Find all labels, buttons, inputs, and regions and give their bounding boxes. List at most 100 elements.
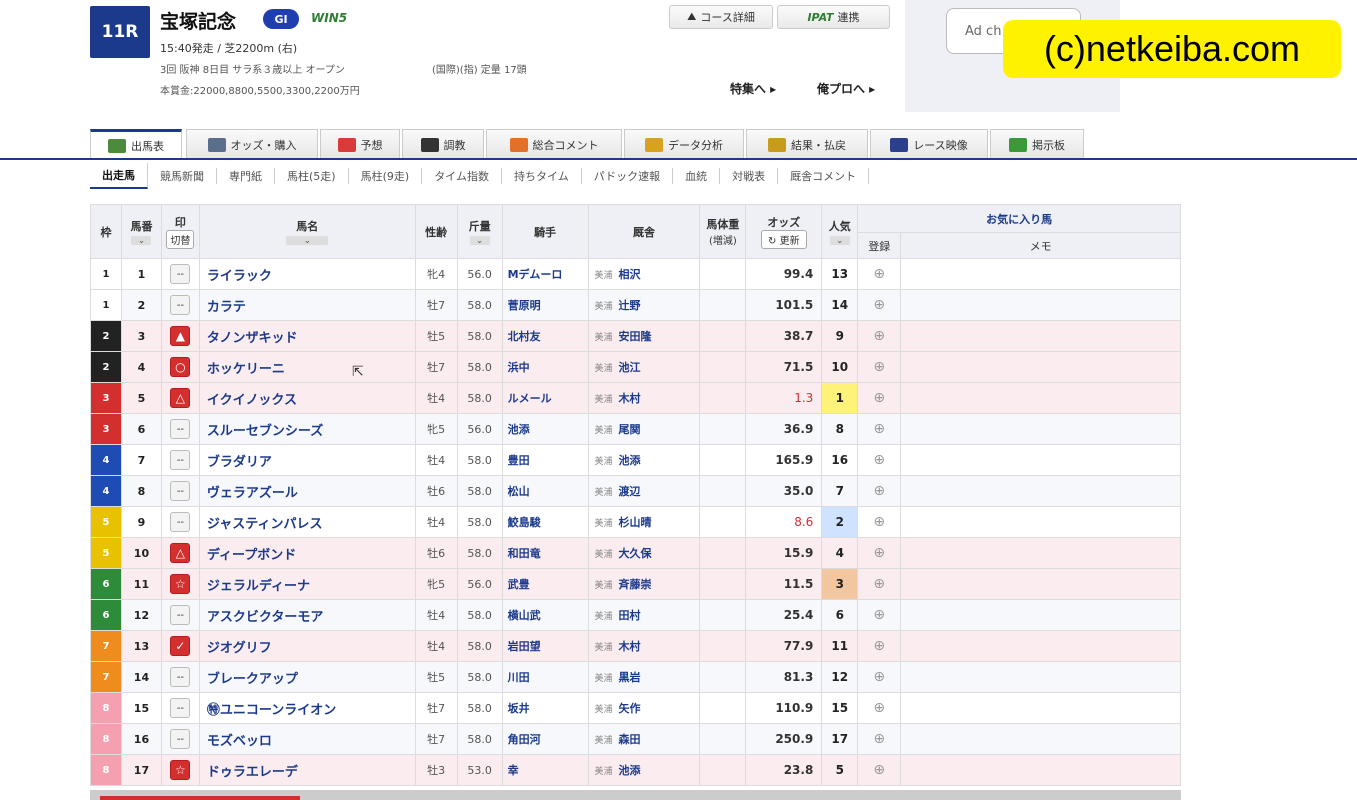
table-row[interactable]: 5 9 -- ジャスティンパレス 牡4 58.0 鮫島駿 美浦 杉山晴 8.6 2 ⊕ [90, 506, 1181, 538]
prediction-mark[interactable]: -- [170, 512, 191, 532]
table-row[interactable]: 6 11 ☆ ジェラルディーナ 牝5 56.0 武豊 美浦 斉藤崇 11.5 3 ⊕ [90, 568, 1181, 600]
horse-name-link[interactable]: ㊕ユニコーンライオン [198, 692, 416, 724]
horse-name-link[interactable]: モズベッロ [198, 723, 416, 755]
add-favorite-icon[interactable]: ⊕ [873, 390, 885, 406]
add-favorite-icon[interactable]: ⊕ [873, 297, 885, 313]
prediction-mark[interactable]: ☆ [170, 760, 191, 780]
jockey-link[interactable]: 北村友 [501, 320, 589, 352]
table-row[interactable]: 1 2 -- カラテ 牡7 58.0 菅原明 美浦 辻野 101.5 14 ⊕ [90, 289, 1181, 321]
sort-arrow-icon[interactable]: ⌄ [286, 236, 329, 245]
tab-4[interactable]: 調教 [402, 129, 484, 159]
subtab-1[interactable]: 出走馬 [90, 163, 148, 189]
horse-name-link[interactable]: ジオグリフ [198, 630, 416, 662]
table-row[interactable]: 1 1 -- ライラック 牝4 56.0 Mデムーロ 美浦 相沢 99.4 13 ⊕ [90, 258, 1181, 290]
subtab-2[interactable]: 競馬新聞 [148, 168, 217, 184]
jockey-link[interactable]: 豊田 [501, 444, 589, 476]
ore-pro-link[interactable]: 俺プロへ ▸ [817, 80, 875, 97]
memo-cell[interactable] [900, 444, 1181, 476]
horse-name-link[interactable]: ヴェラアズール [198, 475, 416, 507]
ipat-link-button[interactable]: IPAT 連携 [777, 5, 890, 29]
add-favorite-icon[interactable]: ⊕ [873, 638, 885, 654]
table-row[interactable]: 3 6 -- スルーセブンシーズ 牝5 56.0 池添 美浦 尾関 36.9 8 ⊕ [90, 413, 1181, 445]
prediction-mark[interactable]: ○ [170, 357, 191, 377]
favorite-register-cell[interactable]: ⊕ [857, 754, 902, 786]
memo-cell[interactable] [900, 630, 1181, 662]
horse-name-link[interactable]: アスクビクターモア [198, 599, 416, 631]
mark-cell[interactable]: -- [160, 475, 200, 507]
mark-cell[interactable]: △ [160, 537, 200, 569]
jockey-link[interactable]: 川田 [501, 661, 589, 693]
trainer-link[interactable]: 池江 [619, 361, 641, 374]
add-favorite-icon[interactable]: ⊕ [873, 421, 885, 437]
add-favorite-icon[interactable]: ⊕ [873, 514, 885, 530]
trainer-link[interactable]: 森田 [619, 733, 641, 746]
sort-arrow-icon[interactable]: ⌄ [829, 236, 850, 245]
jockey-link[interactable]: 松山 [501, 475, 589, 507]
memo-cell[interactable] [900, 506, 1181, 538]
prediction-mark[interactable]: -- [170, 698, 191, 718]
header-umaban[interactable]: 馬番 ⌄ [120, 204, 162, 259]
memo-cell[interactable] [900, 537, 1181, 569]
trainer-link[interactable]: 安田隆 [619, 330, 652, 343]
table-row[interactable]: 4 7 -- ブラダリア 牡4 58.0 豊田 美浦 池添 165.9 16 ⊕ [90, 444, 1181, 476]
prediction-mark[interactable]: -- [170, 667, 191, 687]
memo-cell[interactable] [900, 382, 1181, 414]
favorite-register-cell[interactable]: ⊕ [857, 320, 902, 352]
jockey-link[interactable]: 和田竜 [501, 537, 589, 569]
prediction-mark[interactable]: △ [170, 388, 191, 408]
tab-5[interactable]: 総合コメント [486, 129, 622, 159]
prediction-mark[interactable]: ✓ [170, 636, 191, 656]
add-favorite-icon[interactable]: ⊕ [873, 700, 885, 716]
subtab-5[interactable]: 馬柱(9走) [349, 168, 423, 184]
mark-cell[interactable]: -- [160, 506, 200, 538]
mark-cell[interactable]: -- [160, 258, 200, 290]
prediction-mark[interactable]: -- [170, 605, 191, 625]
trainer-link[interactable]: 相沢 [619, 268, 641, 281]
mark-cell[interactable]: -- [160, 413, 200, 445]
horse-name-link[interactable]: イクイノックス [198, 382, 416, 414]
mark-cell[interactable]: ☆ [160, 754, 200, 786]
prediction-mark[interactable]: -- [170, 450, 191, 470]
table-row[interactable]: 6 12 -- アスクビクターモア 牡4 58.0 横山武 美浦 田村 25.4 6 ⊕ [90, 599, 1181, 631]
prediction-mark[interactable]: -- [170, 481, 191, 501]
add-favorite-icon[interactable]: ⊕ [873, 452, 885, 468]
table-row[interactable]: 2 4 ○ ホッケリーニ 牡7 58.0 浜中 美浦 池江 71.5 10 ⊕ [90, 351, 1181, 383]
trainer-link[interactable]: 斉藤崇 [619, 578, 652, 591]
trainer-link[interactable]: 池添 [619, 764, 641, 777]
memo-cell[interactable] [900, 258, 1181, 290]
horse-name-link[interactable]: ドゥラエレーデ [198, 754, 416, 786]
memo-cell[interactable] [900, 351, 1181, 383]
horse-name-link[interactable]: ブレークアップ [198, 661, 416, 693]
trainer-link[interactable]: 木村 [619, 392, 641, 405]
horse-name-link[interactable]: ライラック [198, 258, 416, 290]
favorite-register-cell[interactable]: ⊕ [857, 661, 902, 693]
tab-3[interactable]: 予想 [320, 129, 400, 159]
subtab-6[interactable]: タイム指数 [422, 168, 502, 184]
add-favorite-icon[interactable]: ⊕ [873, 607, 885, 623]
favorite-register-cell[interactable]: ⊕ [857, 351, 902, 383]
prediction-mark[interactable]: -- [170, 729, 191, 749]
favorite-register-cell[interactable]: ⊕ [857, 475, 902, 507]
memo-cell[interactable] [900, 289, 1181, 321]
prediction-mark[interactable]: △ [170, 543, 191, 563]
table-row[interactable]: 8 15 -- ㊕ユニコーンライオン 牡7 58.0 坂井 美浦 矢作 110.9 15 ⊕ [90, 692, 1181, 724]
jockey-link[interactable]: 池添 [501, 413, 589, 445]
memo-cell[interactable] [900, 568, 1181, 600]
prediction-mark[interactable]: -- [170, 264, 191, 284]
trainer-link[interactable]: 杉山晴 [619, 516, 652, 529]
table-row[interactable]: 2 3 ▲ タノンザキッド 牡5 58.0 北村友 美浦 安田隆 38.7 9 ⊕ [90, 320, 1181, 352]
memo-cell[interactable] [900, 723, 1181, 755]
favorite-register-cell[interactable]: ⊕ [857, 723, 902, 755]
memo-cell[interactable] [900, 661, 1181, 693]
header-popularity[interactable]: 人気 ⌄ [821, 204, 859, 259]
mark-toggle-button[interactable]: 切替 [166, 230, 195, 249]
favorite-register-cell[interactable]: ⊕ [857, 506, 902, 538]
tab-9[interactable]: 掲示板 [990, 129, 1084, 159]
feature-link[interactable]: 特集へ ▸ [730, 80, 776, 97]
odds-update-button[interactable]: ↻ 更新 [761, 230, 807, 249]
jockey-link[interactable]: ルメール [501, 382, 589, 414]
prediction-mark[interactable]: ▲ [170, 326, 191, 346]
jockey-link[interactable]: 岩田望 [501, 630, 589, 662]
horse-name-link[interactable]: カラテ [198, 289, 416, 321]
horse-name-link[interactable]: ジェラルディーナ [198, 568, 416, 600]
